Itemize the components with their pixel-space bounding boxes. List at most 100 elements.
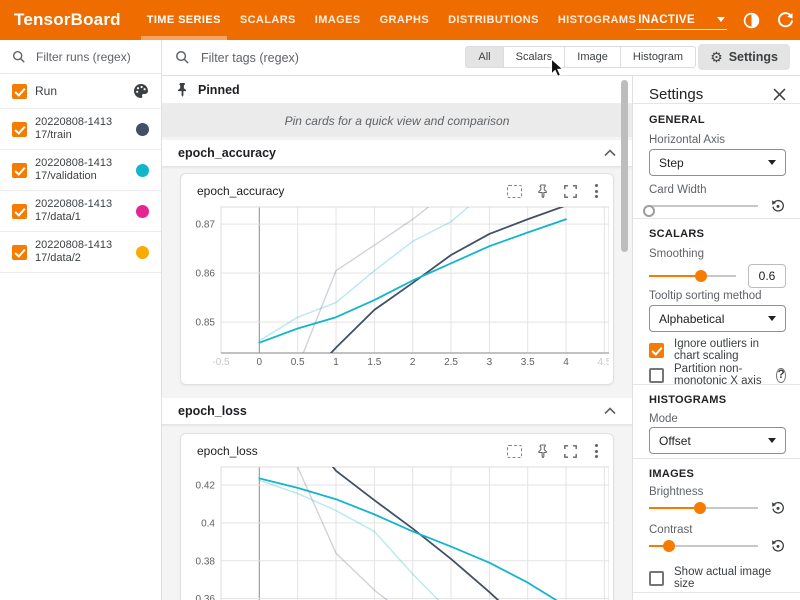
ignore-outliers-row[interactable]: Ignore outliers in chart scaling xyxy=(649,338,786,362)
filter-pill-all[interactable]: All xyxy=(465,46,503,68)
settings-section-general: GENERAL xyxy=(649,114,786,126)
tag-filter-input[interactable] xyxy=(199,50,403,66)
brightness-slider[interactable] xyxy=(649,502,758,514)
ignore-outliers-checkbox[interactable] xyxy=(649,343,664,358)
run-color-dot[interactable] xyxy=(136,205,149,218)
run-checkbox[interactable] xyxy=(12,163,27,178)
contrast-slider-row xyxy=(649,538,786,554)
filter-pill-histogram[interactable]: Histogram xyxy=(621,46,696,68)
svg-text:0.36: 0.36 xyxy=(196,594,216,600)
svg-text:3: 3 xyxy=(487,357,493,368)
reset-icon[interactable] xyxy=(770,198,786,214)
histogram-mode-dropdown[interactable]: Offset xyxy=(649,427,786,454)
run-header-row[interactable]: Run xyxy=(0,74,161,109)
epoch-loss-chart[interactable]: 0.360.380.40.4200.511.522.533.54-0.54.5 xyxy=(185,463,613,600)
close-icon[interactable] xyxy=(773,88,786,101)
svg-text:2: 2 xyxy=(410,357,416,368)
collapse-section-icon[interactable] xyxy=(604,149,616,157)
select-all-runs-checkbox[interactable] xyxy=(12,84,27,99)
reset-icon[interactable] xyxy=(770,538,786,554)
run-color-dot[interactable] xyxy=(136,246,149,259)
runs-sidebar: Run 20220808-141317/train 20220808-14131… xyxy=(0,40,162,600)
svg-text:3.5: 3.5 xyxy=(521,357,535,368)
svg-text:-0.5: -0.5 xyxy=(212,357,230,368)
section-header-epoch-loss[interactable]: epoch_loss xyxy=(162,398,632,425)
status-dropdown[interactable]: INACTIVE xyxy=(636,11,727,30)
run-checkbox[interactable] xyxy=(12,245,27,260)
chevron-down-icon xyxy=(768,438,776,443)
tooltip-sorting-dropdown[interactable]: Alphabetical xyxy=(649,305,786,332)
filter-pill-image[interactable]: Image xyxy=(565,46,621,68)
run-checkbox[interactable] xyxy=(12,204,27,219)
horizontal-axis-label: Horizontal Axis xyxy=(649,134,786,146)
fit-domain-icon[interactable] xyxy=(507,185,522,198)
card-title: epoch_loss xyxy=(197,444,258,458)
run-filter-input[interactable] xyxy=(34,49,148,65)
show-actual-size-row[interactable]: Show actual image size xyxy=(649,566,786,590)
epoch-accuracy-chart[interactable]: 0.850.860.8700.511.522.533.54-0.54.5 xyxy=(185,203,613,380)
tags-toolbar: All Scalars Image Histogram ⚙ Settings xyxy=(162,40,800,76)
tab-scalars[interactable]: SCALARS xyxy=(240,0,296,40)
contrast-slider[interactable] xyxy=(649,540,758,552)
section-header-epoch-accuracy[interactable]: epoch_accuracy xyxy=(162,140,632,167)
run-color-dot[interactable] xyxy=(136,123,149,136)
pinned-empty-state: Pin cards for a quick view and compariso… xyxy=(162,104,632,137)
smoothing-label: Smoothing xyxy=(649,248,786,260)
fit-domain-icon[interactable] xyxy=(507,445,522,458)
svg-text:0.87: 0.87 xyxy=(196,220,216,231)
gear-icon: ⚙ xyxy=(710,50,723,64)
tooltip-sorting-label: Tooltip sorting method xyxy=(649,290,786,302)
dark-mode-toggle-icon[interactable] xyxy=(742,11,761,30)
fullscreen-icon[interactable] xyxy=(564,445,577,458)
tag-type-filter-group: All Scalars Image Histogram xyxy=(465,46,696,68)
reset-icon[interactable] xyxy=(770,500,786,516)
settings-button[interactable]: ⚙ Settings xyxy=(698,44,790,70)
settings-section-histograms: HISTOGRAMS xyxy=(649,394,786,406)
histogram-mode-label: Mode xyxy=(649,413,786,425)
card-width-label: Card Width xyxy=(649,184,786,196)
brightness-slider-row xyxy=(649,500,786,516)
run-name: 20220808-141317/train xyxy=(35,116,117,142)
svg-text:4.5: 4.5 xyxy=(597,357,609,368)
pin-icon[interactable] xyxy=(537,444,549,458)
show-actual-size-checkbox[interactable] xyxy=(649,571,664,586)
scalar-card-epoch-accuracy: epoch_accuracy 0.850.860.8700.511.522.53… xyxy=(180,173,614,385)
pinned-section-header: Pinned xyxy=(162,76,632,104)
run-row-data-2[interactable]: 20220808-141317/data/2 xyxy=(0,232,161,273)
run-row-data-1[interactable]: 20220808-141317/data/1 xyxy=(0,191,161,232)
brightness-label: Brightness xyxy=(649,486,786,498)
card-width-slider-row xyxy=(649,198,786,214)
partition-x-axis-checkbox[interactable] xyxy=(649,368,664,383)
refresh-icon[interactable] xyxy=(776,11,795,30)
tab-distributions[interactable]: DISTRIBUTIONS xyxy=(448,0,539,40)
svg-text:2.5: 2.5 xyxy=(444,357,458,368)
run-row-validation[interactable]: 20220808-141317/validation xyxy=(0,150,161,191)
tab-images[interactable]: IMAGES xyxy=(315,0,361,40)
run-row-train[interactable]: 20220808-141317/train xyxy=(0,109,161,150)
palette-icon[interactable] xyxy=(133,83,149,99)
scalar-card-epoch-loss: epoch_loss 0.360.380.40.4200.511.522.533… xyxy=(180,433,614,600)
svg-text:0.5: 0.5 xyxy=(291,357,305,368)
run-filter xyxy=(0,40,161,74)
settings-panel: Settings GENERAL Horizontal Axis Step Ca… xyxy=(632,76,800,600)
chevron-down-icon xyxy=(768,316,776,321)
svg-text:0.85: 0.85 xyxy=(196,318,216,329)
smoothing-value-input[interactable] xyxy=(748,264,786,288)
vertical-scrollbar[interactable] xyxy=(621,80,628,252)
run-checkbox[interactable] xyxy=(12,122,27,137)
run-color-dot[interactable] xyxy=(136,164,149,177)
fullscreen-icon[interactable] xyxy=(564,185,577,198)
more-options-icon[interactable] xyxy=(592,183,601,199)
collapse-section-icon[interactable] xyxy=(604,407,616,415)
pin-icon[interactable] xyxy=(537,184,549,198)
tab-histograms[interactable]: HISTOGRAMS xyxy=(558,0,636,40)
tab-graphs[interactable]: GRAPHS xyxy=(380,0,429,40)
svg-text:0.86: 0.86 xyxy=(196,269,216,280)
more-options-icon[interactable] xyxy=(592,443,601,459)
help-icon[interactable]: ? xyxy=(776,368,786,383)
smoothing-slider[interactable] xyxy=(649,270,736,282)
horizontal-axis-dropdown[interactable]: Step xyxy=(649,149,786,176)
run-name: 20220808-141317/validation xyxy=(35,157,117,183)
tab-time-series[interactable]: TIME SERIES xyxy=(147,0,221,40)
card-width-slider[interactable] xyxy=(649,200,758,212)
